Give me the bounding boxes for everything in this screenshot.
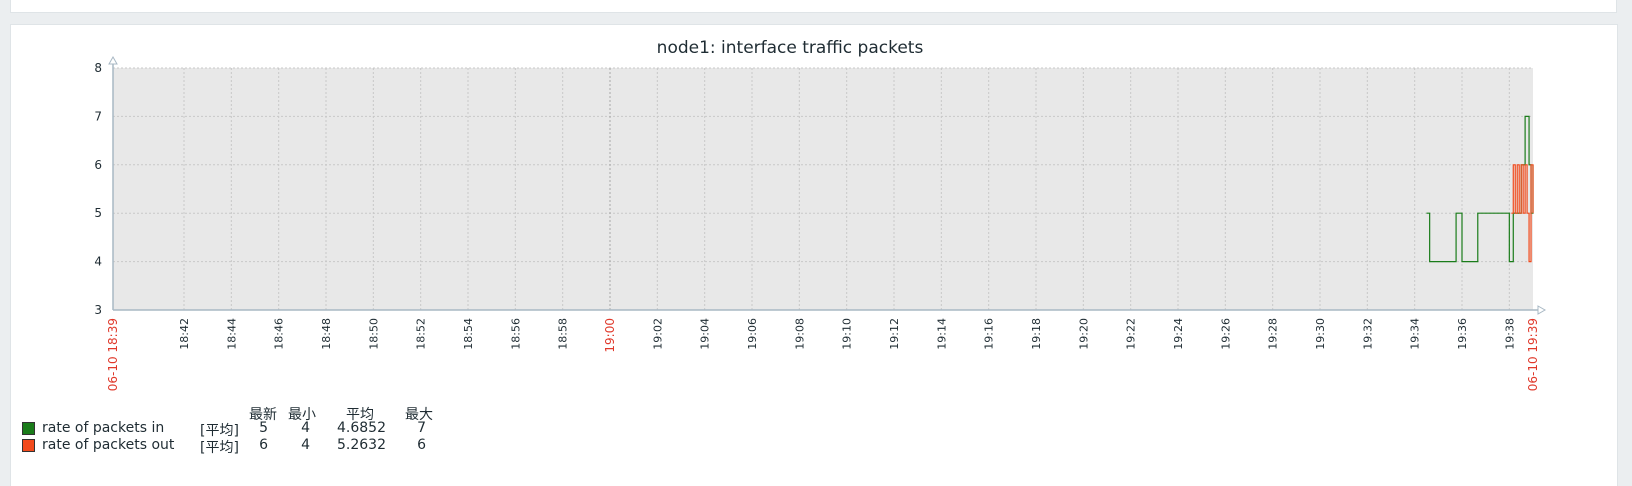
- x-tick-label: 19:16: [983, 318, 996, 350]
- x-tick-label: 18:56: [509, 318, 522, 350]
- x-tick-label: 18:48: [320, 318, 333, 350]
- x-tick-label: 19:22: [1125, 318, 1138, 350]
- legend-last-out: 6: [259, 437, 268, 453]
- x-tick-label: 19:34: [1409, 318, 1422, 350]
- y-tick-label: 6: [94, 158, 102, 172]
- x-tick-label: 19:14: [935, 318, 948, 350]
- legend-avg-out: 5.2632: [337, 437, 386, 453]
- x-tick-label: 19:30: [1314, 318, 1327, 350]
- x-tick-label: 19:02: [651, 318, 664, 350]
- x-tick-label: 19:12: [888, 318, 901, 350]
- x-tick-label: 18:58: [557, 318, 570, 350]
- x-tick-label: 19:36: [1456, 318, 1469, 350]
- y-tick-label: 5: [94, 206, 102, 220]
- legend-min-out: 4: [301, 437, 310, 453]
- y-tick-label: 3: [94, 303, 102, 317]
- legend-swatch-out: [22, 439, 35, 452]
- x-tick-label: 18:46: [273, 318, 286, 350]
- y-tick-label: 4: [94, 255, 102, 269]
- x-tick-label: 18:50: [367, 318, 380, 350]
- legend-swatch-in: [22, 422, 35, 435]
- x-tick-label: 19:20: [1077, 318, 1090, 350]
- x-tick-label: 19:10: [841, 318, 854, 350]
- x-tick-label: 19:38: [1503, 318, 1516, 350]
- x-axis-arrow: [1537, 305, 1547, 315]
- legend-avg-in: 4.6852: [337, 420, 386, 436]
- x-tick-label: 19:00: [603, 318, 617, 353]
- x-start-label: 06-10 18:39: [106, 318, 120, 391]
- chart-svg: node1: interface traffic packets 3 4 5 6 7 8 18…: [94, 38, 1547, 391]
- x-tick-label: 19:04: [699, 318, 712, 350]
- chart-title: node1: interface traffic packets: [657, 38, 924, 58]
- x-tick-label: 19:28: [1267, 318, 1280, 350]
- x-tick-label: 19:08: [793, 318, 806, 350]
- x-tick-label: 19:24: [1172, 318, 1185, 350]
- x-tick-label: 18:52: [415, 318, 428, 350]
- y-tick-label: 8: [94, 61, 102, 75]
- legend-min-in: 4: [301, 420, 310, 436]
- x-tick-label: 19:26: [1219, 318, 1232, 350]
- legend-max-in: 7: [417, 420, 426, 436]
- legend-last-in: 5: [259, 420, 268, 436]
- x-tick-label: 19:18: [1030, 318, 1043, 350]
- x-end-label: 06-10 19:39: [1526, 318, 1540, 391]
- x-tick-label: 18:42: [178, 318, 191, 350]
- x-tick-label: 19:06: [746, 318, 759, 350]
- y-tick-label: 7: [94, 109, 102, 123]
- legend-label-out: rate of packets out: [42, 437, 175, 453]
- legend-label-in: rate of packets in: [42, 420, 165, 436]
- y-axis-arrow: [108, 55, 118, 65]
- x-tick-label: 18:54: [462, 318, 475, 350]
- x-tick-label: 18:44: [225, 318, 238, 350]
- x-tick-label: 19:32: [1361, 318, 1374, 350]
- legend-unit-out: [平均]: [200, 440, 239, 456]
- legend-max-out: 6: [417, 437, 426, 453]
